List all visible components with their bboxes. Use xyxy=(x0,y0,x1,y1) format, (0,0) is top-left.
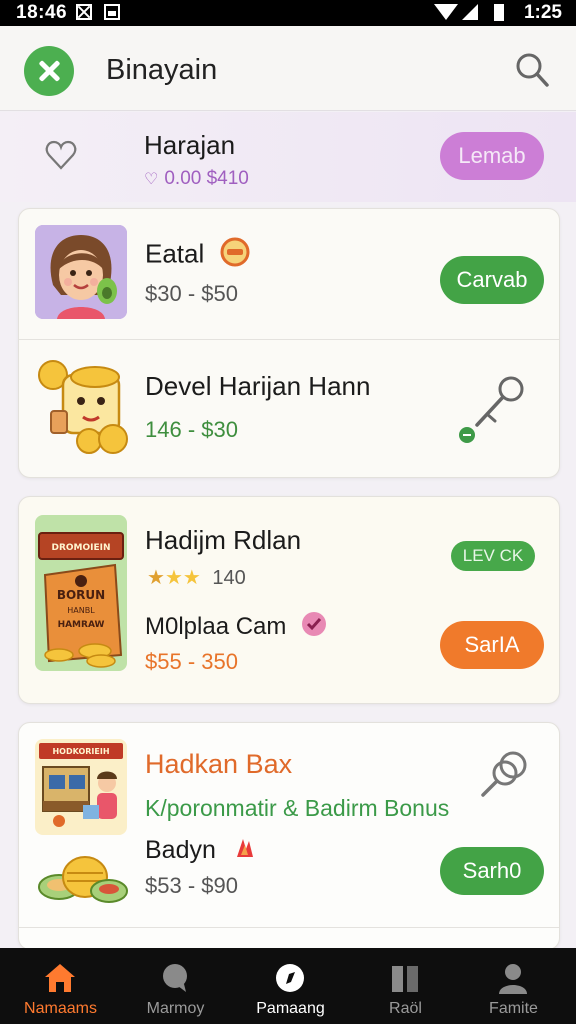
divider xyxy=(19,927,559,928)
item-image xyxy=(35,355,131,463)
flame-badge-icon xyxy=(231,835,257,868)
chat-icon xyxy=(158,962,192,994)
wifi-icon xyxy=(434,4,458,20)
status-time: 18:46 xyxy=(16,2,68,23)
promo-button[interactable]: Lemab xyxy=(440,132,544,180)
item-name-text: Badyn xyxy=(145,836,216,865)
close-x-icon[interactable] xyxy=(24,46,74,96)
book-icon xyxy=(388,962,422,994)
item-image: DROMOIEIN BORUN HANBL HAMRAW xyxy=(35,515,127,671)
nav-label: Famite xyxy=(489,1000,538,1017)
promo-row[interactable]: Harajan ♡ 0.00 $410 Lemab xyxy=(0,112,576,202)
search-icon[interactable] xyxy=(512,50,552,90)
promo-name: Harajan xyxy=(144,130,236,160)
divider xyxy=(19,339,559,340)
image-banner-text: DROMOIEIN xyxy=(51,543,110,553)
item-name: Badyn xyxy=(145,835,257,868)
star-icon: ★ xyxy=(164,567,183,589)
promo-meta: ♡ 0.00 $410 xyxy=(144,168,249,190)
promo-meta-value: 0.00 $410 xyxy=(164,168,249,189)
status-bar: 18:46 1:25 xyxy=(0,0,576,26)
avatar xyxy=(35,225,127,319)
key-icon[interactable] xyxy=(477,745,533,801)
compass-icon xyxy=(273,962,307,994)
nav-label: Namaams xyxy=(24,1000,97,1017)
nav-item-chat[interactable]: Marmoy xyxy=(118,948,233,1024)
nav-item-profile[interactable]: Famite xyxy=(456,948,571,1024)
battery-icon xyxy=(494,4,504,21)
signal-icon xyxy=(462,4,478,20)
app-title: Binayain xyxy=(106,54,218,86)
item-action-button[interactable]: Carvab xyxy=(440,256,544,304)
offer-title: Hadkan Bax xyxy=(145,749,293,779)
nav-item-compass[interactable]: Pamaang xyxy=(233,948,348,1024)
item-card: DROMOIEIN BORUN HANBL HAMRAW Hadijm Rdla… xyxy=(18,496,560,704)
key-icon[interactable] xyxy=(453,369,533,449)
bottom-navigation: Namaams Marmoy Pamaang Raöl Famite xyxy=(0,948,576,1024)
item-name: Devel Harijan Hann xyxy=(145,371,371,401)
notification-icon xyxy=(76,4,92,20)
item-card: Eatal $30 - $50 Carvab Devel Harijan Han… xyxy=(18,208,560,478)
item-image: HODKORIEIH xyxy=(35,739,127,835)
item-name-text: Eatal xyxy=(145,238,205,269)
item-price: $55 - 350 xyxy=(145,649,238,674)
nav-item-book[interactable]: Raöl xyxy=(348,948,463,1024)
item-subname: M0lplaa Cam xyxy=(145,611,327,644)
item-action-button[interactable]: SarIA xyxy=(440,621,544,669)
item-subname-text: M0lplaa Cam xyxy=(145,612,287,640)
item-card: HODKORIEIH Hadkan Bax K/poronmatir & Bad… xyxy=(18,722,560,950)
home-icon xyxy=(43,962,77,994)
nav-label: Raöl xyxy=(389,1000,422,1017)
food-image xyxy=(37,851,129,915)
check-badge-icon xyxy=(301,611,327,644)
star-icon: ★ xyxy=(182,567,201,589)
item-price: $53 - $90 xyxy=(145,873,238,898)
rating-count: 140 xyxy=(212,567,246,589)
image-text-line2: HANBL xyxy=(67,606,95,615)
item-price: $30 - $50 xyxy=(145,281,238,306)
nav-label: Pamaang xyxy=(256,1000,325,1017)
star-icon: ★ xyxy=(147,567,165,589)
profile-icon xyxy=(496,962,530,994)
offer-subtitle: K/poronmatir & Badirm Bonus xyxy=(145,795,450,821)
status-clock: 1:25 xyxy=(523,2,562,23)
coin-badge-icon xyxy=(220,237,250,274)
nav-label: Marmoy xyxy=(146,1000,205,1017)
app-header: Binayain xyxy=(0,26,576,111)
nav-item-home[interactable]: Namaams xyxy=(3,948,118,1024)
image-notification-icon xyxy=(104,4,120,20)
item-action-button[interactable]: Sarh0 xyxy=(440,847,544,895)
gem-icon: ♡ xyxy=(144,171,159,188)
level-badge[interactable]: LEV CK xyxy=(451,541,535,571)
rating-row: ★★★ 140 xyxy=(147,565,246,590)
item-name: Hadijm Rdlan xyxy=(145,525,302,555)
image-text-line1: BORUN xyxy=(57,588,105,602)
image-banner-text: HODKORIEIH xyxy=(52,747,109,756)
item-name: Eatal xyxy=(145,237,250,274)
heart-icon[interactable] xyxy=(44,138,78,172)
image-text-line3: HAMRAW xyxy=(58,620,105,630)
item-price: 146 - $30 xyxy=(145,417,238,442)
